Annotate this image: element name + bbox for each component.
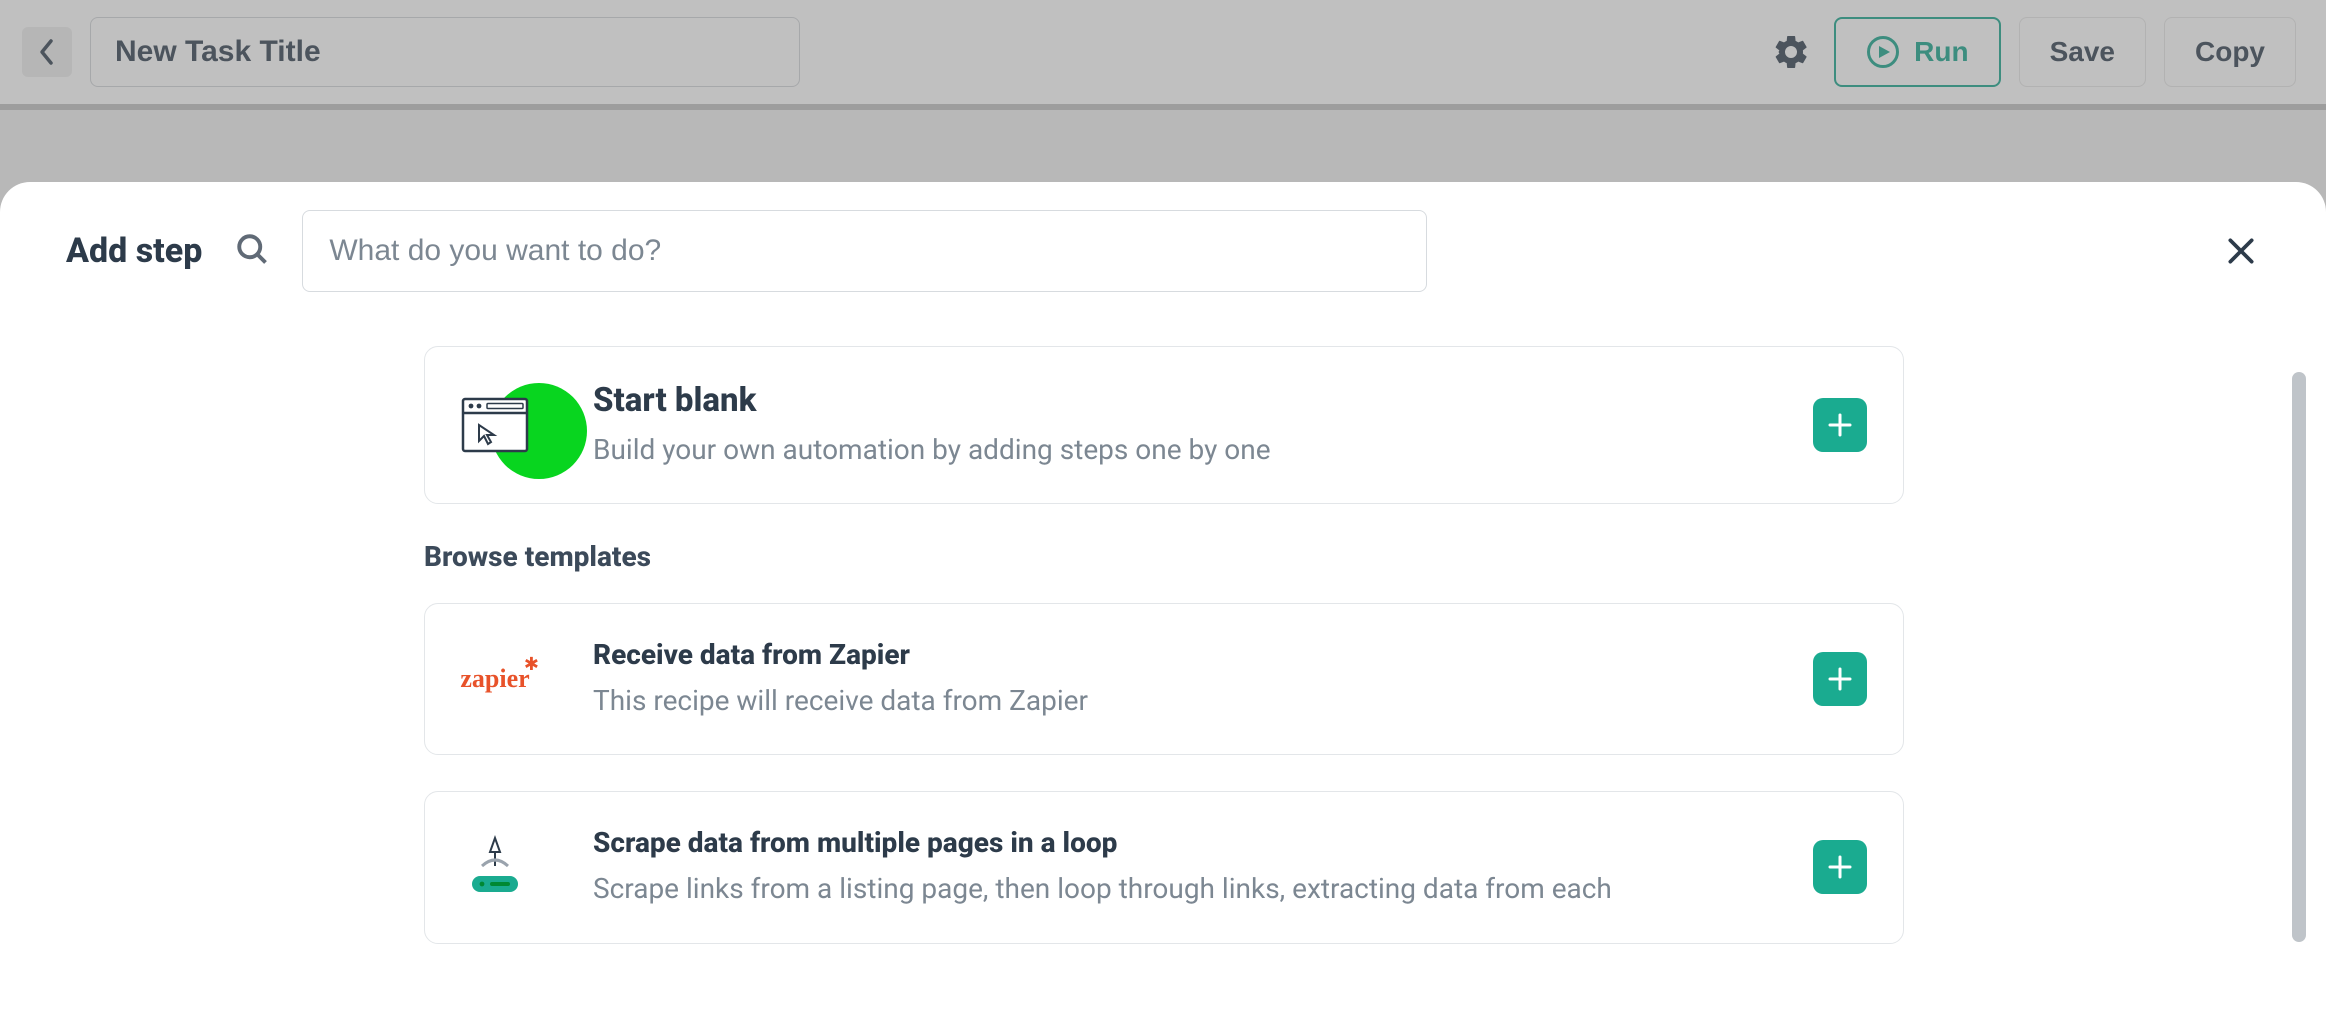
chevron-left-icon xyxy=(38,38,56,66)
header-bar: Run Save Copy xyxy=(0,0,2326,104)
add-step-modal: Add step Start blank xyxy=(0,182,2326,1022)
run-button[interactable]: Run xyxy=(1834,17,2000,87)
modal-title: Add step xyxy=(66,231,202,271)
card-icon xyxy=(453,832,537,902)
card-icon xyxy=(453,397,537,453)
zapier-asterisk-icon: ✱ xyxy=(524,654,539,675)
plus-icon xyxy=(1827,854,1853,880)
gear-icon xyxy=(1771,32,1811,72)
close-icon xyxy=(2225,235,2257,267)
play-circle-icon xyxy=(1866,35,1900,69)
modal-header: Add step xyxy=(66,210,2266,292)
back-button[interactable] xyxy=(22,27,72,77)
start-blank-card[interactable]: Start blank Build your own automation by… xyxy=(424,346,1904,504)
copy-button[interactable]: Copy xyxy=(2164,17,2296,87)
plus-icon xyxy=(1827,666,1853,692)
settings-button[interactable] xyxy=(1766,27,1816,77)
template-card-zapier[interactable]: zapier ✱ Receive data from Zapier This r… xyxy=(424,603,1904,755)
add-button[interactable] xyxy=(1813,652,1867,706)
scrollbar[interactable] xyxy=(2292,372,2306,982)
search-input[interactable] xyxy=(302,210,1427,292)
card-icon: zapier ✱ xyxy=(453,664,537,694)
save-button[interactable]: Save xyxy=(2019,17,2146,87)
run-label: Run xyxy=(1914,36,1968,68)
copy-label: Copy xyxy=(2195,36,2265,67)
add-button[interactable] xyxy=(1813,840,1867,894)
search-icon xyxy=(234,231,270,271)
template-card-scrape-loop[interactable]: Scrape data from multiple pages in a loo… xyxy=(424,791,1904,943)
add-button[interactable] xyxy=(1813,398,1867,452)
browse-templates-heading: Browse templates xyxy=(424,540,1904,573)
browser-window-icon xyxy=(461,397,529,453)
scrollbar-thumb[interactable] xyxy=(2292,372,2306,942)
card-description: Scrape links from a listing page, then l… xyxy=(593,869,1757,908)
close-button[interactable] xyxy=(2216,226,2266,276)
card-title: Start blank xyxy=(593,381,1757,420)
save-label: Save xyxy=(2050,36,2115,67)
tool-icon xyxy=(460,832,530,902)
zapier-logo: zapier xyxy=(460,664,529,694)
plus-icon xyxy=(1827,412,1853,438)
card-title: Receive data from Zapier xyxy=(593,638,1757,671)
modal-content: Start blank Build your own automation by… xyxy=(424,346,1904,944)
task-title-input[interactable] xyxy=(90,17,800,87)
card-description: This recipe will receive data from Zapie… xyxy=(593,681,1757,720)
card-title: Scrape data from multiple pages in a loo… xyxy=(593,826,1757,859)
card-description: Build your own automation by adding step… xyxy=(593,430,1757,469)
